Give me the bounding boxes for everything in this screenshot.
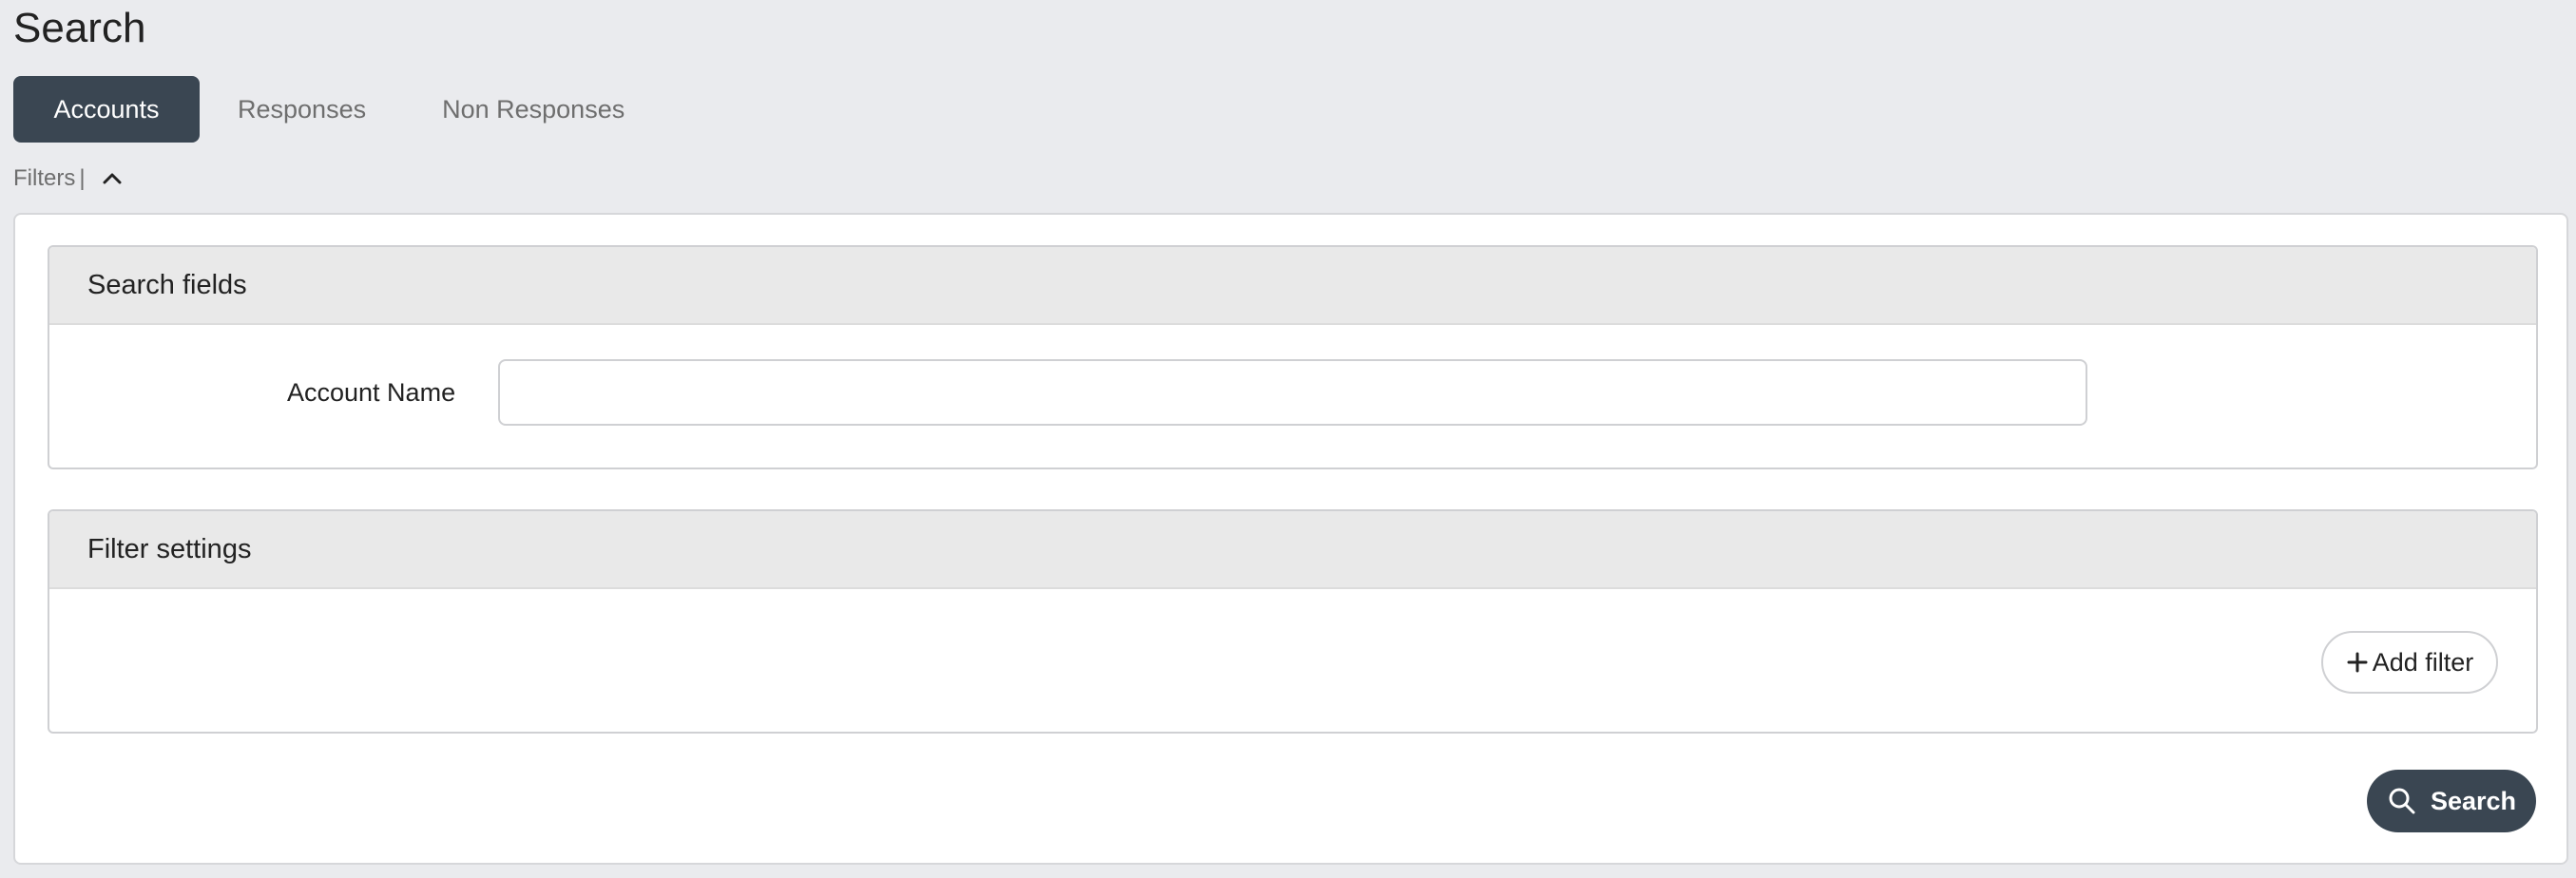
filter-settings-panel: Filter settings Add filter [48, 509, 2538, 734]
tab-accounts[interactable]: Accounts [13, 76, 200, 143]
add-filter-button[interactable]: Add filter [2321, 631, 2498, 694]
search-button-label: Search [2430, 786, 2517, 815]
tab-bar: Accounts Responses Non Responses [13, 76, 663, 143]
tab-responses[interactable]: Responses [200, 76, 404, 143]
filters-card: Search fields Account Name Filter settin… [13, 213, 2568, 865]
chevron-up-icon[interactable] [101, 167, 124, 190]
filter-settings-header: Filter settings [49, 511, 2536, 589]
page-title: Search [13, 5, 146, 51]
filters-label: Filters [13, 165, 76, 191]
account-name-row: Account Name [49, 359, 2536, 426]
account-name-label: Account Name [287, 378, 456, 407]
plus-icon [2347, 652, 2368, 673]
tab-non-responses[interactable]: Non Responses [404, 76, 663, 143]
search-fields-panel: Search fields Account Name [48, 245, 2538, 469]
account-name-input[interactable] [498, 359, 2087, 426]
search-page: Search Accounts Responses Non Responses … [0, 0, 2576, 878]
add-filter-label: Add filter [2372, 647, 2474, 677]
search-button[interactable]: Search [2367, 770, 2536, 832]
search-fields-header: Search fields [49, 247, 2536, 325]
filters-separator: | [79, 165, 86, 191]
filters-toggle[interactable]: Filters | [13, 162, 124, 196]
search-icon [2389, 788, 2415, 814]
